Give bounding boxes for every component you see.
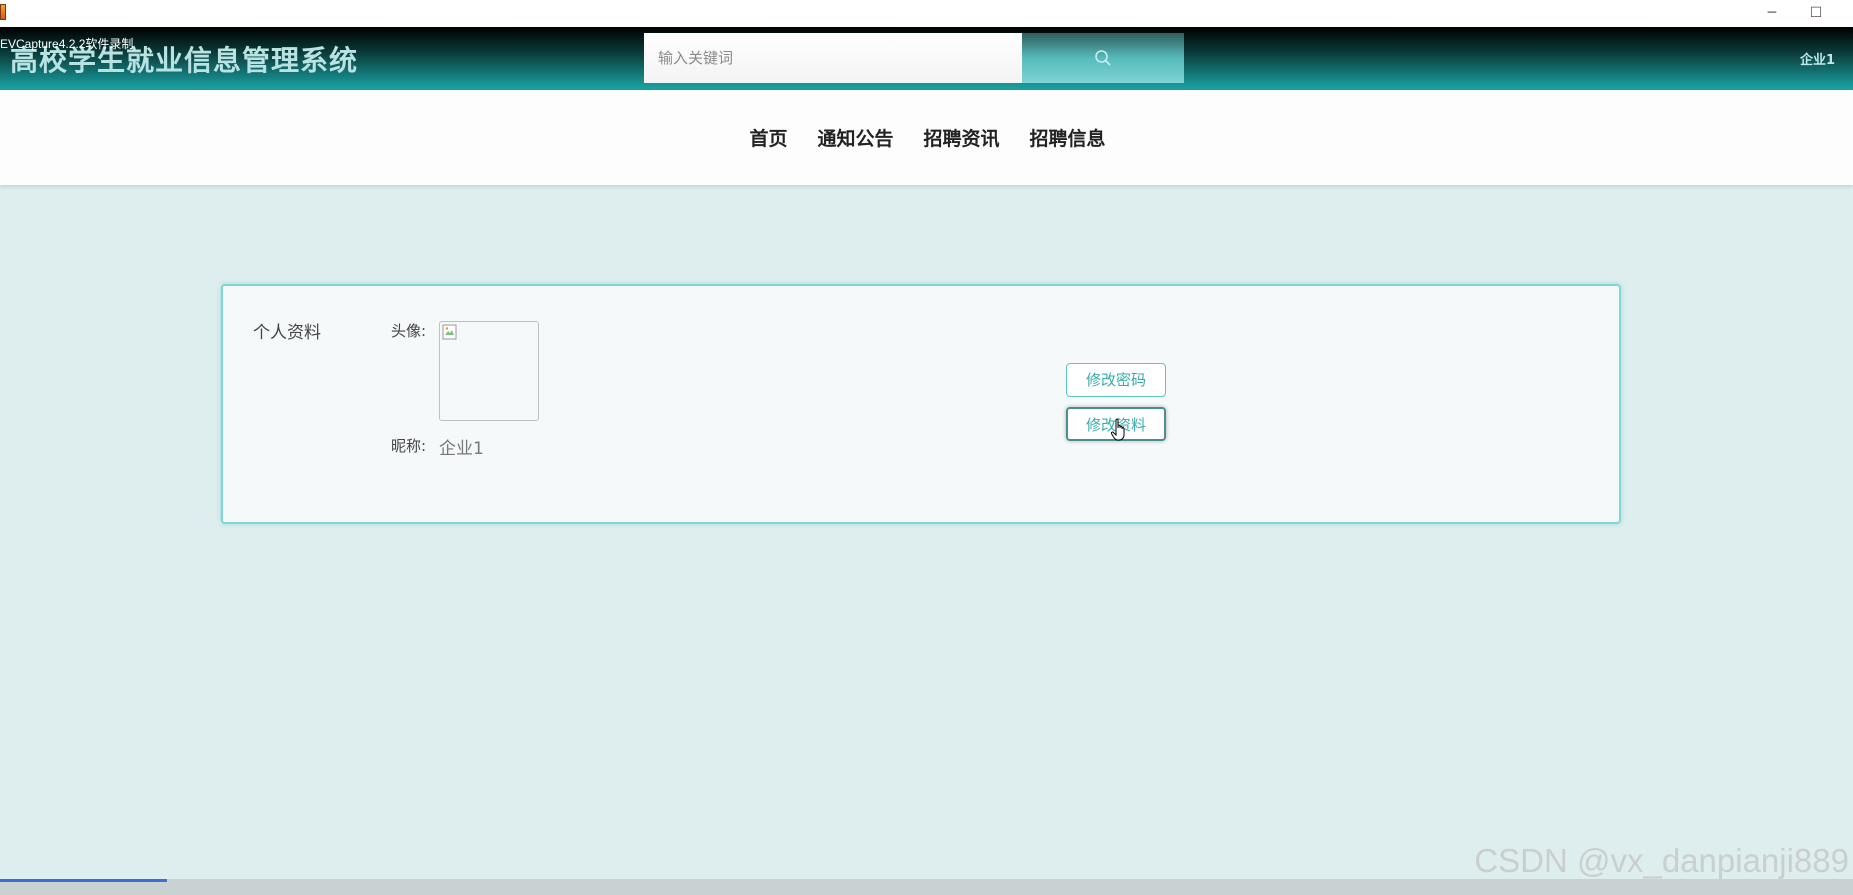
site-header: 高校学生就业信息管理系统 EVCapture4.2.2软件录制 企业1	[0, 27, 1853, 90]
main-nav: 首页 通知公告 招聘资讯 招聘信息	[0, 90, 1853, 185]
nav-item-1[interactable]: 通知公告	[817, 124, 893, 151]
nav-item-0[interactable]: 首页	[749, 124, 787, 151]
nickname-value: 企业1	[439, 439, 484, 459]
avatar-label: 头像:	[391, 322, 427, 340]
maximize-button[interactable]: ☐	[1806, 3, 1826, 23]
search-button[interactable]	[1022, 33, 1184, 83]
window-titlebar: ─ ☐	[0, 0, 1853, 27]
recorder-label: EVCapture4.2.2软件录制	[0, 37, 134, 51]
profile-card: 个人资料 头像: 昵称: 企业1 修改密码 修改资料	[221, 284, 1621, 524]
broken-image-icon	[442, 324, 458, 340]
nav-item-2[interactable]: 招聘资讯	[924, 124, 1000, 151]
search-input[interactable]	[644, 33, 1022, 83]
nickname-label: 昵称:	[391, 437, 427, 455]
app-icon	[0, 4, 6, 20]
watermark-text: CSDN @vx_danpianji889	[1474, 842, 1849, 879]
nav-item-3[interactable]: 招聘信息	[1030, 124, 1106, 151]
user-name-link[interactable]: 企业1	[1800, 49, 1835, 68]
progress-bar	[0, 879, 1853, 895]
profile-card-title: 个人资料	[253, 323, 321, 343]
search-box	[644, 33, 1184, 83]
progress-fill	[0, 879, 167, 882]
hand-cursor-icon	[1110, 418, 1128, 442]
nav-list: 首页 通知公告 招聘资讯 招聘信息	[749, 124, 1105, 151]
search-icon	[1094, 49, 1112, 67]
minimize-button[interactable]: ─	[1762, 3, 1782, 23]
avatar	[439, 321, 539, 421]
change-password-button[interactable]: 修改密码	[1066, 363, 1166, 397]
